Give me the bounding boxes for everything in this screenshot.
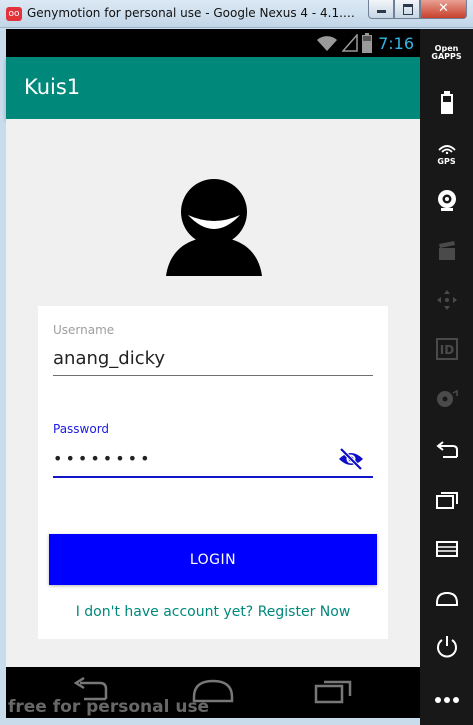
login-card: Username Password LOGIN I don't have acc…: [38, 306, 388, 639]
menu-icon: [435, 541, 458, 557]
gps-button[interactable]: GPS: [420, 139, 473, 166]
password-label: Password: [53, 422, 110, 436]
media-button[interactable]: [420, 389, 473, 413]
remote-control-button[interactable]: [420, 289, 473, 315]
device-screen: 7:16 Kuis1 Username Password: [6, 29, 420, 718]
clapperboard-icon: [438, 241, 455, 260]
sidebar-menu-button[interactable]: [420, 541, 473, 561]
login-button[interactable]: LOGIN: [49, 534, 377, 585]
webcam-icon: [437, 190, 456, 211]
username-input[interactable]: [53, 342, 373, 376]
screencast-button[interactable]: [420, 241, 473, 265]
toggle-password-visibility-icon[interactable]: [338, 447, 364, 471]
emulator-toolbar: Open GAPPS GPS ID: [420, 29, 473, 725]
id-icon: ID: [435, 338, 458, 360]
status-bar: 7:16: [6, 29, 420, 57]
home-icon: [435, 591, 458, 606]
sidebar-recent-apps-button[interactable]: [420, 491, 473, 513]
recent-apps-icon: [435, 492, 458, 509]
more-options-button[interactable]: [420, 689, 473, 708]
back-icon: [435, 441, 458, 458]
battery-icon: [362, 33, 373, 53]
recent-apps-icon[interactable]: [314, 677, 354, 705]
sidebar-home-button[interactable]: [420, 591, 473, 611]
signal-icon: [342, 34, 358, 52]
sidebar-back-button[interactable]: [420, 441, 473, 463]
status-clock: 7:16: [378, 33, 414, 53]
device-id-button[interactable]: ID: [420, 337, 473, 365]
login-screen: Username Password LOGIN I don't have acc…: [6, 119, 420, 667]
dpad-icon: [436, 290, 457, 310]
genymotion-logo-icon: oo: [6, 7, 22, 21]
emulator-window: oo Genymotion for personal use - Google …: [0, 0, 473, 725]
watermark-text: free for personal use: [8, 697, 210, 717]
window-title: Genymotion for personal use - Google Nex…: [27, 6, 362, 20]
gps-signal-icon: [437, 145, 456, 155]
window-titlebar[interactable]: oo Genymotion for personal use - Google …: [0, 0, 473, 28]
battery-icon: [440, 91, 453, 114]
disc-icon: [436, 389, 458, 407]
open-gapps-button[interactable]: Open GAPPS: [420, 45, 473, 61]
wifi-icon: [317, 36, 338, 51]
user-avatar-icon: [166, 179, 262, 276]
webcam-button[interactable]: [420, 189, 473, 215]
power-button[interactable]: [420, 635, 473, 663]
battery-button[interactable]: [420, 91, 473, 119]
close-icon: ✕: [438, 1, 449, 16]
maximize-button[interactable]: [394, 0, 420, 19]
password-input[interactable]: [53, 441, 373, 478]
more-dots-icon: [434, 697, 459, 703]
username-label: Username: [53, 323, 115, 337]
register-link[interactable]: I don't have account yet? Register Now: [38, 604, 388, 620]
close-button[interactable]: ✕: [420, 0, 467, 19]
app-toolbar: Kuis1: [6, 57, 420, 119]
svg-text:ID: ID: [439, 343, 453, 357]
app-title: Kuis1: [24, 75, 81, 99]
power-icon: [436, 636, 457, 658]
minimize-button[interactable]: [368, 0, 394, 19]
